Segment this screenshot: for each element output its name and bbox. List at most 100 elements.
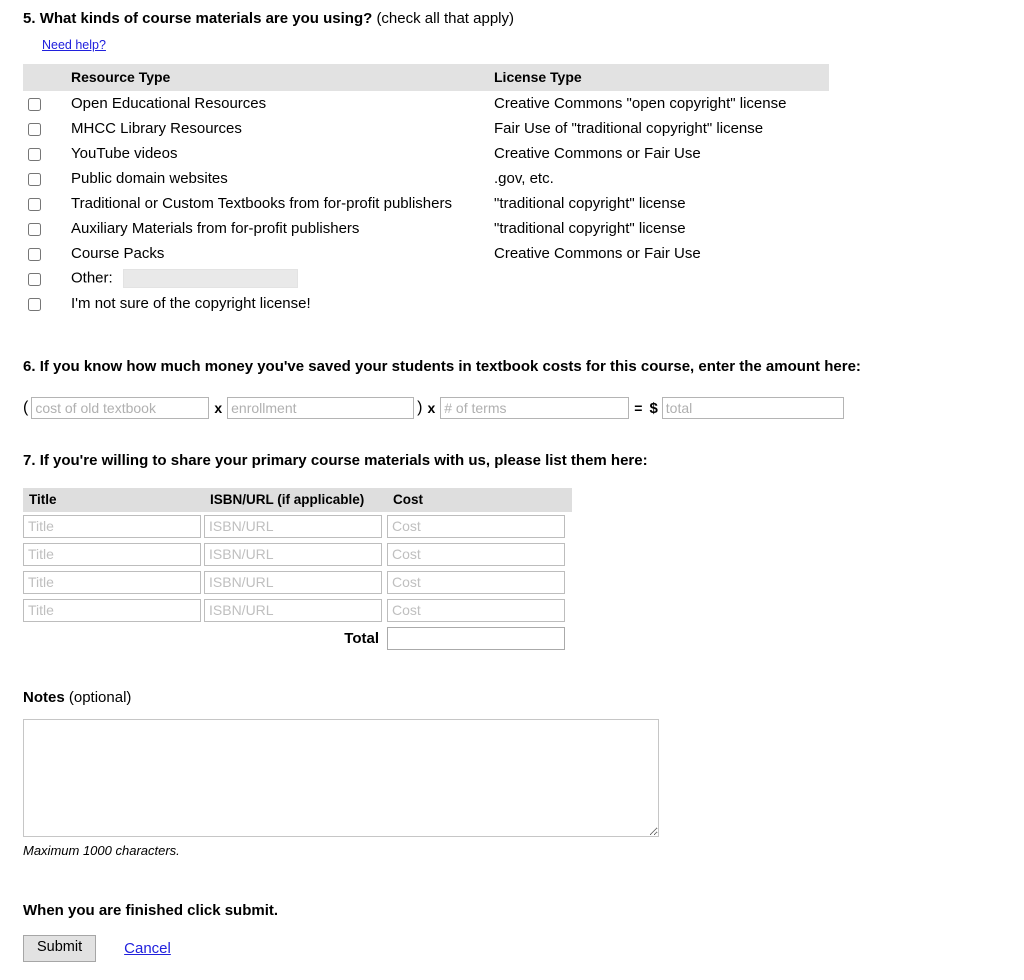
material-title-input-4[interactable] <box>23 598 201 622</box>
notes-label: Notes <box>23 689 65 706</box>
materials-total-input[interactable] <box>387 626 565 650</box>
open-paren: ( <box>23 399 29 416</box>
materials-total-cell <box>387 624 572 652</box>
question-6-number: 6. <box>23 358 36 375</box>
footer-section: When you are finished click submit. Subm… <box>23 902 278 962</box>
table-row: Auxiliary Materials from for-profit publ… <box>23 216 829 241</box>
material-title-cell <box>23 568 204 596</box>
material-title-input-1[interactable] <box>23 514 201 538</box>
other-input[interactable] <box>122 269 298 288</box>
material-title-input-2[interactable] <box>23 542 201 566</box>
materials-table-head: Title ISBN/URL (if applicable) Cost <box>23 488 572 512</box>
course-materials-table: Title ISBN/URL (if applicable) Cost Titl… <box>23 488 572 652</box>
multiply-operator-2: x <box>427 400 436 416</box>
table-row: Open Educational Resources Creative Comm… <box>23 91 829 116</box>
material-title-cell <box>23 596 204 624</box>
material-cost-input-1[interactable] <box>387 514 565 538</box>
material-title-cell <box>23 540 204 568</box>
table-row <box>23 596 572 624</box>
table-row-not-sure: I'm not sure of the copyright license! <box>23 291 829 316</box>
table-row: MHCC Library Resources Fair Use of "trad… <box>23 116 829 141</box>
notes-section: Notes (optional) Maximum 1000 characters… <box>23 689 1003 858</box>
need-help-link[interactable]: Need help? <box>42 38 106 52</box>
materials-header-row: Title ISBN/URL (if applicable) Cost <box>23 488 572 512</box>
checkbox-course-packs[interactable] <box>28 247 41 261</box>
license-label: Fair Use of "traditional copyright" lice… <box>494 120 764 137</box>
notes-max-characters-hint: Maximum 1000 characters. <box>23 843 180 858</box>
material-cost-input-3[interactable] <box>387 570 565 594</box>
multiply-operator-1: x <box>214 400 223 416</box>
notes-label-group: Notes (optional) <box>23 689 1003 706</box>
checkbox-not-sure-copyright[interactable] <box>28 297 41 311</box>
material-isbn-input-4[interactable] <box>204 598 382 622</box>
resource-label: Open Educational Resources <box>71 95 267 112</box>
table-row <box>23 568 572 596</box>
checkbox-youtube-videos[interactable] <box>28 147 41 161</box>
column-header-checkbox <box>23 64 63 91</box>
question-5-subtitle: (check all that apply) <box>376 10 515 27</box>
resource-label: Public domain websites <box>71 170 228 187</box>
column-header-resource-type: Resource Type <box>63 64 489 91</box>
question-7-section: 7. If you're willing to share your prima… <box>23 452 1003 652</box>
checkbox-auxiliary-materials[interactable] <box>28 222 41 236</box>
other-license-cell <box>489 266 829 291</box>
savings-total-input[interactable] <box>661 397 844 419</box>
cancel-link[interactable]: Cancel <box>124 940 171 957</box>
material-cost-input-2[interactable] <box>387 542 565 566</box>
material-isbn-cell <box>204 540 387 568</box>
question-6-section: 6. If you know how much money you've sav… <box>23 358 1003 419</box>
materials-total-row: Total <box>23 624 572 652</box>
question-7-number: 7. <box>23 452 36 469</box>
license-label: Creative Commons "open copyright" licens… <box>494 95 787 112</box>
resource-table-header-row: Resource Type License Type <box>23 64 829 91</box>
checkbox-traditional-custom-textbooks[interactable] <box>28 197 41 211</box>
row-checkbox-cell <box>23 91 63 116</box>
material-cost-cell <box>387 512 572 540</box>
total-spacer-cell-1 <box>23 624 204 652</box>
question-5-heading: 5. What kinds of course materials are yo… <box>23 10 1003 27</box>
checkbox-mhcc-library-resources[interactable] <box>28 122 41 136</box>
question-5-number: 5. <box>23 10 36 27</box>
material-cost-cell <box>387 596 572 624</box>
question-7-title: If you're willing to share your primary … <box>39 452 648 469</box>
checkbox-open-educational-resources[interactable] <box>28 97 41 111</box>
column-header-license-type: License Type <box>489 64 829 91</box>
license-label: "traditional copyright" license <box>494 195 686 212</box>
cost-of-old-textbook-input[interactable] <box>31 397 210 419</box>
material-title-input-3[interactable] <box>23 570 201 594</box>
table-row: Course Packs Creative Commons or Fair Us… <box>23 241 829 266</box>
not-sure-label: I'm not sure of the copyright license! <box>71 295 311 312</box>
material-title-cell <box>23 512 204 540</box>
row-checkbox-cell <box>23 191 63 216</box>
license-label: "traditional copyright" license <box>494 220 686 237</box>
notes-textarea[interactable] <box>23 719 659 837</box>
enrollment-input[interactable] <box>227 397 415 419</box>
materials-table-body: Total <box>23 512 572 652</box>
material-cost-input-4[interactable] <box>387 598 565 622</box>
material-isbn-input-1[interactable] <box>204 514 382 538</box>
column-header-isbn-url: ISBN/URL (if applicable) <box>204 488 387 512</box>
material-isbn-cell <box>204 568 387 596</box>
not-sure-license-cell <box>489 291 829 316</box>
material-isbn-input-2[interactable] <box>204 542 382 566</box>
resource-table-body: Open Educational Resources Creative Comm… <box>23 91 829 316</box>
number-of-terms-input[interactable] <box>440 397 630 419</box>
license-label: Creative Commons or Fair Use <box>494 245 701 262</box>
material-isbn-input-3[interactable] <box>204 570 382 594</box>
table-row: Traditional or Custom Textbooks from for… <box>23 191 829 216</box>
question-5-section: 5. What kinds of course materials are yo… <box>23 10 1003 316</box>
row-checkbox-cell <box>23 266 63 291</box>
other-cell: Other: <box>63 266 489 291</box>
dollar-sign: $ <box>649 399 658 417</box>
table-row-other: Other: <box>23 266 829 291</box>
equals-operator: = <box>634 400 643 416</box>
question-7-heading: 7. If you're willing to share your prima… <box>23 452 1003 469</box>
checkbox-public-domain-websites[interactable] <box>28 172 41 186</box>
other-label: Other: <box>71 269 113 287</box>
resource-label: YouTube videos <box>71 145 178 162</box>
resource-label: Auxiliary Materials from for-profit publ… <box>71 220 360 237</box>
savings-calculator-row: ( x ) x = $ <box>23 397 1003 419</box>
table-row <box>23 512 572 540</box>
submit-button[interactable]: Submit <box>23 935 97 962</box>
checkbox-other[interactable] <box>28 272 41 286</box>
